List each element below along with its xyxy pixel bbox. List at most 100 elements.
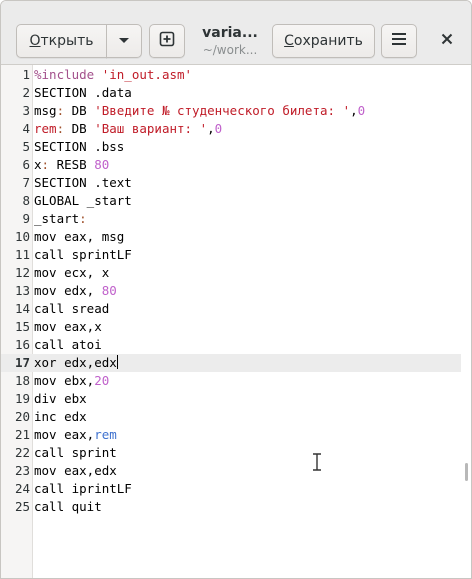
code-text: call quit (34, 498, 102, 516)
line-number: 11 (14, 247, 30, 262)
code-line[interactable]: 6 x: RESB 80 (1, 156, 461, 174)
code-token: msg (34, 103, 57, 118)
code-token: SECTION .text (34, 175, 132, 190)
code-line[interactable]: 15 mov eax,x (1, 318, 461, 336)
code-token: mov ecx, x (34, 265, 110, 280)
code-token: 'Введите № студенческого билета: ' (94, 103, 351, 118)
code-text: call sread (34, 300, 109, 318)
code-text: mov eax, msg (34, 228, 124, 246)
line-number: 3 (22, 103, 30, 118)
code-line[interactable]: 12 mov ecx, x (1, 264, 461, 282)
code-line[interactable]: 19 div ebx (1, 390, 461, 408)
code-token: GLOBAL _start (34, 193, 132, 208)
main-menu-button[interactable] (381, 24, 417, 58)
code-token: 20 (94, 373, 110, 388)
code-line[interactable]: 16 call atoi (1, 336, 461, 354)
code-token: : (56, 121, 65, 136)
code-token: , (350, 103, 358, 118)
code-line[interactable]: 2 SECTION .data (1, 84, 461, 102)
code-line[interactable]: 7 SECTION .text (1, 174, 461, 192)
scrollbar[interactable] (465, 463, 468, 481)
code-token: 80 (94, 157, 110, 172)
code-line[interactable]: 11 call sprintLF (1, 246, 461, 264)
code-line[interactable]: 17 xor edx,edx (1, 354, 461, 372)
code-line[interactable]: 21 mov eax,rem (1, 426, 461, 444)
code-text: xor edx,edx (34, 354, 118, 372)
code-token: 0 (214, 121, 223, 136)
code-token: call atoi (34, 337, 102, 352)
code-line[interactable]: 25 call quit (1, 498, 461, 516)
code-line[interactable]: 13 mov edx, 80 (1, 282, 461, 300)
code-line[interactable]: 22 call sprint (1, 444, 461, 462)
code-line[interactable]: 24 call iprintLF (1, 480, 461, 498)
window-title: varia... ~/work... (193, 24, 267, 60)
code-token: 80 (101, 283, 117, 298)
text-caret (116, 355, 118, 369)
code-line[interactable]: 8 GLOBAL _start (1, 192, 461, 210)
code-line[interactable]: 14 call sread (1, 300, 461, 318)
code-line[interactable]: 20 inc edx (1, 408, 461, 426)
code-token: mov ebx, (34, 373, 95, 388)
code-line[interactable]: 1 %include 'in_out.asm' (1, 66, 461, 84)
close-window-button[interactable] (429, 24, 465, 58)
text-cursor-icon (311, 453, 323, 471)
code-editor[interactable]: 1 %include 'in_out.asm' 2 SECTION .data 3 msg… (1, 65, 471, 578)
code-token: _start (34, 211, 80, 226)
save-button[interactable]: Сохранить (272, 24, 375, 58)
code-token: 0 (357, 103, 366, 118)
code-line[interactable]: 4 rem: DB 'Ваш вариант: ',0 (1, 120, 461, 138)
line-number: 19 (14, 391, 30, 406)
line-number: 12 (14, 265, 30, 280)
code-token: mov edx, (34, 283, 102, 298)
code-text: mov ecx, x (34, 264, 109, 282)
close-icon (441, 33, 453, 49)
hamburger-menu-icon (391, 32, 407, 50)
code-text: mov edx, 80 (34, 282, 117, 300)
code-text: mov eax,x (34, 318, 102, 336)
code-token: 'Ваш вариант: ' (94, 121, 208, 136)
document-title: varia... (202, 25, 258, 41)
open-button-label: Открыть (29, 33, 94, 49)
line-number: 21 (14, 427, 30, 442)
open-button[interactable]: Открыть (16, 24, 107, 58)
line-number: 24 (14, 481, 30, 496)
code-token: %include (34, 67, 102, 82)
line-number: 15 (14, 319, 30, 334)
code-text: _start: (34, 210, 87, 228)
line-number: 6 (22, 157, 30, 172)
code-line[interactable]: 9 _start: (1, 210, 461, 228)
code-token: : (41, 157, 50, 172)
code-text: x: RESB 80 (34, 156, 109, 174)
code-token: mov eax, msg (34, 229, 125, 244)
line-number: 2 (22, 85, 30, 100)
code-token: mov eax,edx (34, 463, 117, 478)
code-token: inc edx (34, 409, 87, 424)
line-number: 13 (14, 283, 30, 298)
line-number: 5 (22, 139, 30, 154)
chevron-down-icon (118, 33, 130, 49)
code-line[interactable]: 23 mov eax,edx (1, 462, 461, 480)
new-document-button[interactable] (149, 24, 185, 58)
code-line[interactable]: 10 mov eax, msg (1, 228, 461, 246)
code-text: inc edx (34, 408, 87, 426)
code-text: mov eax,rem (34, 426, 117, 444)
line-number: 20 (14, 409, 30, 424)
code-text: GLOBAL _start (34, 192, 132, 210)
line-number: 1 (22, 67, 30, 82)
code-token: call iprintLF (34, 481, 132, 496)
code-token: RESB (49, 157, 95, 172)
code-token: DB (64, 121, 95, 136)
code-token: call sprint (34, 445, 117, 460)
code-line[interactable]: 5 SECTION .bss (1, 138, 461, 156)
code-text: msg: DB 'Введите № студенческого билета:… (34, 102, 365, 120)
code-text: rem: DB 'Ваш вариант: ',0 (34, 120, 222, 138)
code-text: call sprint (34, 444, 117, 462)
code-line[interactable]: 3 msg: DB 'Введите № студенческого билета… (1, 102, 461, 120)
line-number: 9 (22, 211, 30, 226)
line-number: 8 (22, 193, 30, 208)
code-line[interactable]: 18 mov ebx,20 (1, 372, 461, 390)
code-token: call quit (34, 499, 102, 514)
line-number: 23 (14, 463, 30, 478)
open-menu-button[interactable] (106, 24, 142, 58)
line-number: 16 (14, 337, 30, 352)
